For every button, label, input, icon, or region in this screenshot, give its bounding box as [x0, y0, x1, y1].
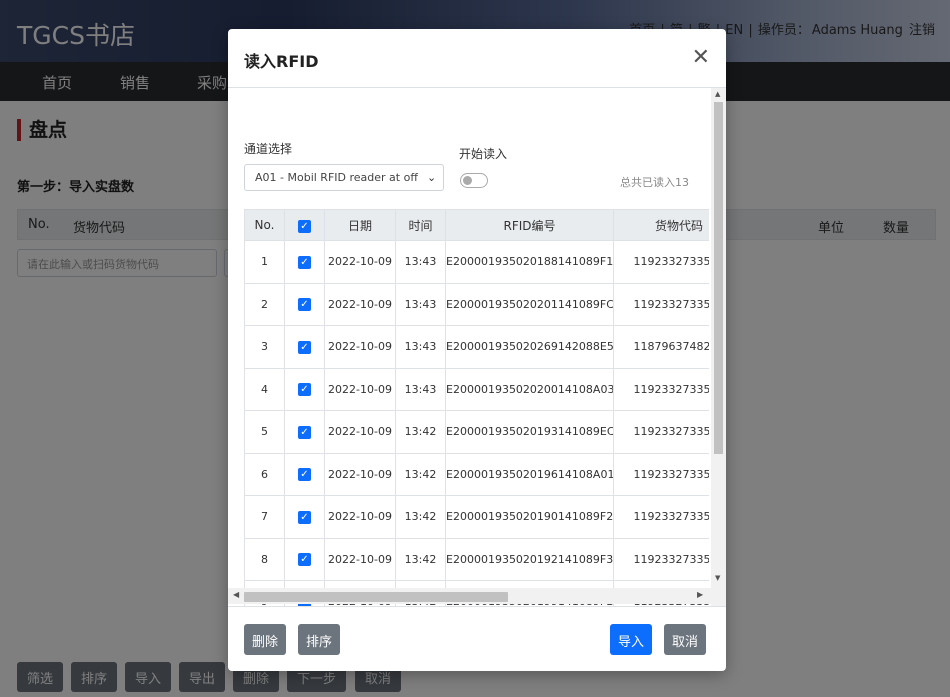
- row-code: 1192332733582: [613, 367, 709, 411]
- row-code: 1192332733582: [613, 537, 709, 581]
- row-code: 1187963748285: [613, 325, 709, 369]
- row-no: 4: [244, 367, 285, 411]
- table-row[interactable]: 6 ✓ 2022-10-09 13:42 E20000193502019614108A0…: [244, 452, 709, 496]
- row-rfid: E20000193502020014108A03: [445, 367, 614, 411]
- row-checkbox[interactable]: ✓: [284, 282, 325, 326]
- row-rfid: E200001935020201141089FC: [445, 282, 614, 326]
- modal-delete-button[interactable]: 删除: [244, 624, 287, 655]
- close-icon[interactable]: ✕: [692, 47, 710, 69]
- row-no: 6: [244, 452, 285, 496]
- row-checkbox[interactable]: ✓: [284, 537, 325, 581]
- row-date: 2022-10-09: [324, 452, 396, 496]
- row-no: 8: [244, 537, 285, 581]
- start-read-label: 开始读入: [459, 147, 508, 161]
- check-icon: ✓: [298, 340, 311, 354]
- row-date: 2022-10-09: [324, 240, 396, 284]
- col-no-header: No.: [244, 209, 285, 241]
- row-checkbox[interactable]: ✓: [284, 410, 325, 454]
- row-rfid: E200001935020190141089F2: [445, 495, 614, 539]
- table-row[interactable]: 7 ✓ 2022-10-09 13:42 E200001935020190141089F…: [244, 495, 709, 539]
- total-read-count: 总共已读入13: [620, 176, 689, 189]
- toggle-knob: [463, 176, 472, 185]
- modal-footer: 删除 排序 导入 取消: [228, 606, 726, 671]
- select-all-checkbox[interactable]: ✓: [284, 209, 325, 241]
- horizontal-scroll-thumb[interactable]: [244, 592, 508, 602]
- rfid-table: No. ✓ 日期 时间 RFID编号 货物代码 1 ✓ 2022-10-09 13:4…: [244, 209, 709, 606]
- check-icon: ✓: [298, 510, 311, 524]
- scroll-down-icon[interactable]: ▼: [715, 574, 720, 582]
- col-time-header: 时间: [395, 209, 446, 241]
- col-date-header: 日期: [324, 209, 396, 241]
- table-row[interactable]: 3 ✓ 2022-10-09 13:43 E200001935020269142088E…: [244, 325, 709, 369]
- check-icon: ✓: [298, 425, 311, 439]
- modal-cancel-button[interactable]: 取消: [664, 624, 707, 655]
- row-time: 13:43: [395, 282, 446, 326]
- check-icon: ✓: [298, 468, 311, 482]
- row-date: 2022-10-09: [324, 537, 396, 581]
- table-row[interactable]: 1 ✓ 2022-10-09 13:43 E200001935020188141089F…: [244, 240, 709, 284]
- row-time: 13:42: [395, 495, 446, 539]
- col-rfid-header: RFID编号: [445, 209, 614, 241]
- row-time: 13:43: [395, 240, 446, 284]
- row-code: 1192332733582: [613, 240, 709, 284]
- channel-label: 通道选择: [244, 142, 293, 156]
- row-rfid: E200001935020193141089EC: [445, 410, 614, 454]
- table-row[interactable]: 8 ✓ 2022-10-09 13:42 E200001935020192141089F…: [244, 537, 709, 581]
- row-time: 13:42: [395, 452, 446, 496]
- row-date: 2022-10-09: [324, 325, 396, 369]
- row-no: 2: [244, 282, 285, 326]
- vertical-scrollbar[interactable]: ▲ ▼: [711, 88, 726, 606]
- row-date: 2022-10-09: [324, 495, 396, 539]
- row-no: 7: [244, 495, 285, 539]
- modal-title: 读入RFID: [244, 52, 319, 71]
- check-icon: ✓: [298, 553, 311, 567]
- modal-body: 通道选择 A01 - Mobil RFID reader at off ⌄ 开始…: [228, 88, 726, 606]
- row-no: 3: [244, 325, 285, 369]
- col-code-header: 货物代码: [613, 209, 709, 241]
- row-no: 1: [244, 240, 285, 284]
- row-code: 1192332733582: [613, 282, 709, 326]
- check-icon: ✓: [298, 219, 311, 233]
- row-date: 2022-10-09: [324, 367, 396, 411]
- row-time: 13:42: [395, 537, 446, 581]
- scroll-up-icon[interactable]: ▲: [715, 90, 720, 98]
- check-icon: ✓: [298, 383, 311, 397]
- modal-header: 读入RFID ✕: [228, 29, 726, 88]
- row-rfid: E200001935020188141089F1: [445, 240, 614, 284]
- row-time: 13:42: [395, 410, 446, 454]
- rfid-modal: 读入RFID ✕ 通道选择 A01 - Mobil RFID reader at…: [228, 29, 726, 671]
- row-checkbox[interactable]: ✓: [284, 495, 325, 539]
- row-code: 1192332733582: [613, 452, 709, 496]
- row-rfid: E200001935020192141089F3: [445, 537, 614, 581]
- scroll-left-icon[interactable]: ◀: [233, 590, 239, 599]
- row-date: 2022-10-09: [324, 282, 396, 326]
- scroll-right-icon[interactable]: ▶: [697, 590, 703, 599]
- row-checkbox[interactable]: ✓: [284, 367, 325, 411]
- row-checkbox[interactable]: ✓: [284, 452, 325, 496]
- row-code: 1192332733582: [613, 495, 709, 539]
- row-checkbox[interactable]: ✓: [284, 325, 325, 369]
- row-no: 5: [244, 410, 285, 454]
- row-code: 1192332733582: [613, 410, 709, 454]
- row-time: 13:43: [395, 367, 446, 411]
- table-header-row: No. ✓ 日期 时间 RFID编号 货物代码: [244, 209, 709, 241]
- row-checkbox[interactable]: ✓: [284, 240, 325, 284]
- row-time: 13:43: [395, 325, 446, 369]
- chevron-down-icon: ⌄: [427, 171, 437, 184]
- vertical-scroll-thumb[interactable]: [714, 102, 723, 454]
- table-row[interactable]: 2 ✓ 2022-10-09 13:43 E200001935020201141089F…: [244, 282, 709, 326]
- modal-import-button[interactable]: 导入: [610, 624, 653, 655]
- table-row[interactable]: 4 ✓ 2022-10-09 13:43 E20000193502020014108A0…: [244, 367, 709, 411]
- row-rfid: E20000193502019614108A01: [445, 452, 614, 496]
- row-rfid: E200001935020269142088E5E: [445, 325, 614, 369]
- horizontal-scrollbar[interactable]: ◀ ▶: [228, 588, 711, 604]
- modal-sort-button[interactable]: 排序: [298, 624, 341, 655]
- row-date: 2022-10-09: [324, 410, 396, 454]
- check-icon: ✓: [298, 298, 311, 312]
- start-read-toggle[interactable]: [460, 173, 488, 188]
- table-row[interactable]: 5 ✓ 2022-10-09 13:42 E200001935020193141089E…: [244, 410, 709, 454]
- channel-select[interactable]: A01 - Mobil RFID reader at off: [244, 164, 444, 191]
- check-icon: ✓: [298, 255, 311, 269]
- modal-scroll-area: 通道选择 A01 - Mobil RFID reader at off ⌄ 开始…: [228, 88, 709, 606]
